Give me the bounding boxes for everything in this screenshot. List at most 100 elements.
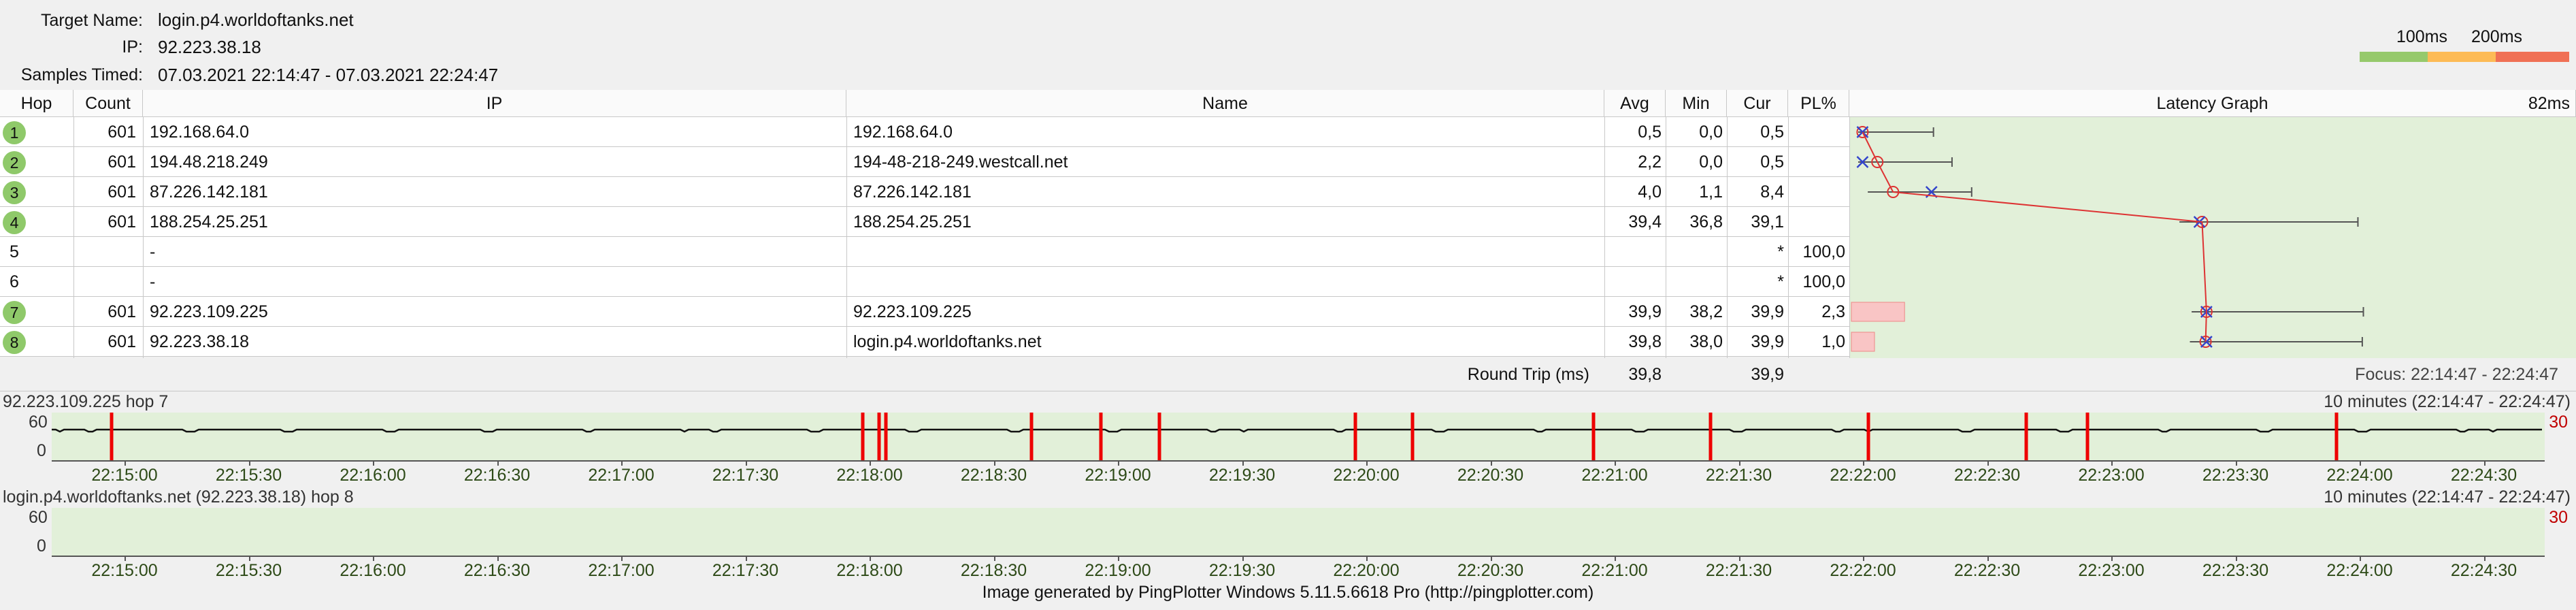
col-header-avg[interactable]: Avg <box>1604 90 1666 117</box>
time-tick-label: 22:22:30 <box>1953 561 2021 580</box>
column-divider <box>1788 117 1789 358</box>
hop-pl <box>1788 147 1845 177</box>
legend-bar-orange <box>2428 52 2496 62</box>
hop-avg: 39,9 <box>1628 302 1662 321</box>
col-header-name[interactable]: Name <box>846 90 1604 117</box>
hop-name[interactable]: 188.254.25.251 <box>853 207 972 237</box>
hop-number-badge: 7 <box>3 301 26 324</box>
col-header-min[interactable]: Min <box>1666 90 1727 117</box>
hop-ip[interactable]: 188.254.25.251 <box>150 207 268 237</box>
col-header-count[interactable]: Count <box>73 90 143 117</box>
time-tick-label: 22:24:30 <box>2450 466 2517 485</box>
col-header-cur[interactable]: Cur <box>1727 90 1788 117</box>
time-tick-label: 22:17:00 <box>588 466 655 485</box>
hop-min: 38,2 <box>1689 302 1723 321</box>
timeline2-range: 10 minutes (22:14:47 - 22:24:47) <box>2324 487 2571 507</box>
hop-number: 6 <box>10 272 19 291</box>
hop-pl-star <box>1727 327 1784 357</box>
hop-avg <box>1604 237 1662 267</box>
legend-label-100ms: 100ms <box>2396 27 2448 46</box>
hop-row[interactable]: 2 601 194.48.218.249 194-48-218-249.westcal… <box>0 147 1849 177</box>
hop-pl: 2,3 <box>1821 302 1845 321</box>
hop-row[interactable]: 1 601 192.168.64.0 192.168.64.0 0,5 0,0 0,5 <box>0 117 1849 147</box>
packet-loss-bar <box>1851 332 1875 352</box>
hop-row[interactable]: 3 601 87.226.142.181 87.226.142.181 4,0 1,1 8,… <box>0 177 1849 207</box>
timeline1-title: 92.223.109.225 hop 7 <box>3 392 169 411</box>
hop-pl <box>1788 117 1845 147</box>
time-tick-label: 22:19:00 <box>1085 561 1151 580</box>
time-tick-label: 22:17:30 <box>712 466 779 485</box>
col-header-latency-graph[interactable]: Latency Graph 82ms <box>1849 90 2576 117</box>
focus-range: Focus: 22:14:47 - 22:24:47 <box>2355 365 2558 384</box>
hop-number-badge: 3 <box>3 181 26 204</box>
hop-row[interactable]: 4 601 188.254.25.251 188.254.25.251 39,4 36,8… <box>0 207 1849 237</box>
hop-pl-star <box>1727 297 1784 327</box>
time-tick-label: 22:24:00 <box>2326 561 2393 580</box>
hop-ip[interactable]: - <box>150 267 155 297</box>
latency-graph-scale: 82ms <box>2528 94 2570 113</box>
hop-pl-star <box>1727 207 1784 237</box>
hop-name[interactable]: 92.223.109.225 <box>853 297 972 327</box>
time-tick-label: 22:24:00 <box>2326 466 2393 485</box>
time-tick-label: 22:15:30 <box>215 561 282 580</box>
hop-min: 0,0 <box>1699 123 1723 142</box>
hop-count <box>73 267 136 297</box>
hop-ip[interactable]: - <box>150 237 155 267</box>
hop-row[interactable]: 8 601 92.223.38.18 login.p4.worldoftanks.ne… <box>0 327 1849 357</box>
hop-pl-star: * <box>1777 272 1784 291</box>
time-tick-label: 22:16:30 <box>463 466 531 485</box>
hop-number-badge: 2 <box>3 151 26 174</box>
time-tick-label: 22:23:00 <box>2078 561 2145 580</box>
column-divider <box>1604 117 1605 358</box>
hop-ip[interactable]: 92.223.109.225 <box>150 297 268 327</box>
packet-loss-bar <box>1851 302 1905 322</box>
hop-row[interactable]: 6 - * 100,0 <box>0 267 1849 297</box>
timeline2-right-label: 30 <box>2549 508 2568 527</box>
time-tick-label: 22:24:30 <box>2450 561 2517 580</box>
hop-row[interactable]: 5 - * 100,0 <box>0 237 1849 267</box>
round-trip-avg: 39,8 <box>1628 365 1662 384</box>
timeline1-y-bottom: 0 <box>37 441 46 460</box>
hop-count: 601 <box>108 123 136 142</box>
legend-bar-red <box>2496 52 2569 62</box>
hop-name[interactable]: 87.226.142.181 <box>853 177 972 207</box>
col-header-pl[interactable]: PL% <box>1788 90 1849 117</box>
column-divider <box>143 117 144 358</box>
time-tick-label: 22:20:00 <box>1333 466 1400 485</box>
hop-count: 601 <box>108 152 136 172</box>
latency-graph-title: Latency Graph <box>2156 94 2268 113</box>
timeline1-axis: 22:15:00 22:15:30 22:16:00 22:16:30 22:17:00… <box>0 460 2576 487</box>
hop-avg: 4,0 <box>1638 182 1662 202</box>
timeline1-plot <box>52 413 2545 460</box>
hop-row[interactable]: 7 601 92.223.109.225 92.223.109.225 39,9 38,2… <box>0 297 1849 327</box>
timeline1-svg <box>52 413 2542 460</box>
hop-ip[interactable]: 87.226.142.181 <box>150 177 268 207</box>
hop-number-badge: 8 <box>3 331 26 354</box>
hop-ip[interactable]: 92.223.38.18 <box>150 327 249 357</box>
target-name-label: Target Name: <box>40 11 143 30</box>
hop-min <box>1666 267 1723 297</box>
time-tick-label: 22:15:00 <box>91 466 158 485</box>
hop-avg: 2,2 <box>1638 152 1662 172</box>
timeline-baseline <box>52 556 2545 557</box>
hop-name[interactable]: 194-48-218-249.westcall.net <box>853 147 1068 177</box>
hop-avg: 39,4 <box>1628 212 1662 231</box>
hop-min: 36,8 <box>1689 212 1723 231</box>
hop-ip[interactable]: 192.168.64.0 <box>150 117 249 147</box>
timeline2-y-bottom: 0 <box>37 536 46 556</box>
column-divider <box>846 117 847 358</box>
time-tick-label: 22:23:30 <box>2202 466 2269 485</box>
hop-count: 601 <box>108 302 136 321</box>
time-tick-label: 22:18:00 <box>836 466 903 485</box>
hop-min: 38,0 <box>1689 332 1723 351</box>
timeline2-plot <box>52 508 2545 556</box>
col-header-ip[interactable]: IP <box>143 90 846 117</box>
hop-name[interactable]: login.p4.worldoftanks.net <box>853 327 1042 357</box>
time-tick-label: 22:22:00 <box>1830 561 1896 580</box>
round-trip-cur: 39,9 <box>1751 365 1784 384</box>
hop-ip[interactable]: 194.48.218.249 <box>150 147 268 177</box>
hop-pl-star <box>1727 147 1784 177</box>
hop-name[interactable]: 192.168.64.0 <box>853 117 953 147</box>
time-tick-label: 22:15:00 <box>91 561 158 580</box>
col-header-hop[interactable]: Hop <box>0 90 73 117</box>
